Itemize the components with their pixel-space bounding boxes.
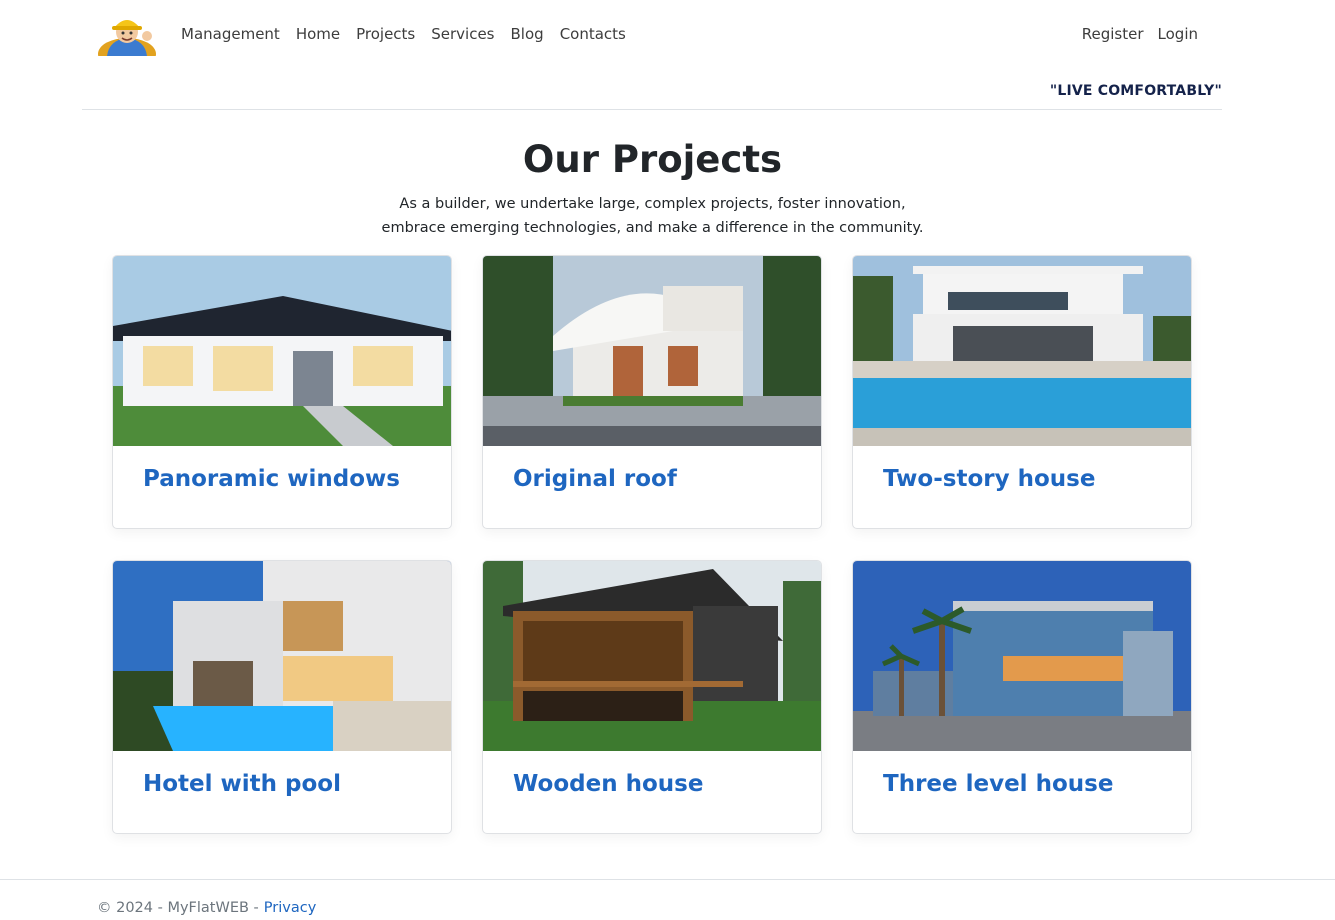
builder-mascot-logo[interactable] <box>97 10 157 56</box>
project-card-three-level-house[interactable]: Three level house <box>852 560 1192 834</box>
top-navbar: Management Home Projects Services Blog C… <box>82 0 1222 110</box>
card-title: Wooden house <box>513 771 704 797</box>
page-lead: As a builder, we undertake large, comple… <box>0 192 1305 240</box>
card-title: Three level house <box>883 771 1114 797</box>
nav-projects[interactable]: Projects <box>356 22 415 46</box>
card-title: Two-story house <box>883 466 1096 492</box>
nav-register[interactable]: Register <box>1082 22 1144 46</box>
project-image-hotel-with-pool <box>113 561 451 751</box>
project-image-wooden-house <box>483 561 821 751</box>
privacy-link[interactable]: Privacy <box>264 900 317 916</box>
main-nav: Management Home Projects Services Blog C… <box>181 22 626 46</box>
card-title: Original roof <box>513 466 677 492</box>
account-nav: Register Login <box>1082 22 1198 46</box>
project-card-hotel-with-pool[interactable]: Hotel with pool <box>112 560 452 834</box>
footer: © 2024 - MyFlatWEB - Privacy <box>97 900 316 916</box>
project-card-two-story-house[interactable]: Two-story house <box>852 255 1192 529</box>
project-image-panoramic-windows <box>113 256 451 446</box>
nav-contacts[interactable]: Contacts <box>560 22 626 46</box>
nav-home[interactable]: Home <box>296 22 340 46</box>
card-title: Panoramic windows <box>143 466 400 492</box>
page-title: Our Projects <box>522 138 783 181</box>
project-card-original-roof[interactable]: Original roof <box>482 255 822 529</box>
nav-management[interactable]: Management <box>181 22 280 46</box>
nav-services[interactable]: Services <box>431 22 494 46</box>
lead-line-2: embrace emerging technologies, and make … <box>381 220 924 236</box>
card-title: Hotel with pool <box>143 771 341 797</box>
lead-line-1: As a builder, we undertake large, comple… <box>399 196 906 212</box>
slogan: "LIVE COMFORTABLY" <box>1049 83 1222 99</box>
nav-login[interactable]: Login <box>1158 22 1198 46</box>
project-card-panoramic-windows[interactable]: Panoramic windows <box>112 255 452 529</box>
nav-blog[interactable]: Blog <box>511 22 544 46</box>
project-image-three-level-house <box>853 561 1191 751</box>
project-image-two-story-house <box>853 256 1191 446</box>
footer-divider <box>0 879 1335 880</box>
project-image-original-roof <box>483 256 821 446</box>
footer-copyright: © 2024 - MyFlatWEB - <box>97 900 259 916</box>
project-card-wooden-house[interactable]: Wooden house <box>482 560 822 834</box>
